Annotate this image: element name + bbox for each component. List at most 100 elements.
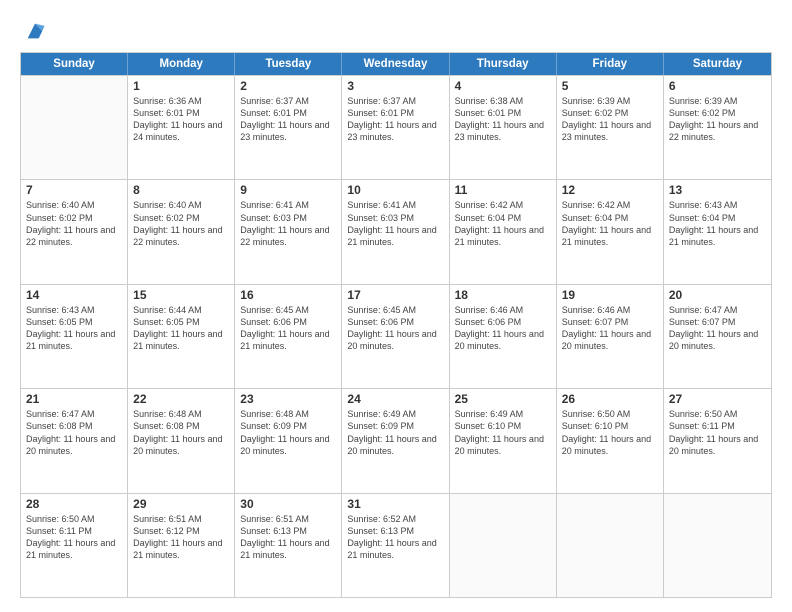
calendar-cell: 27 Sunrise: 6:50 AMSunset: 6:11 PMDayligh… [664, 389, 771, 492]
calendar-body: 1 Sunrise: 6:36 AMSunset: 6:01 PMDaylight… [21, 75, 771, 597]
calendar-row: 1 Sunrise: 6:36 AMSunset: 6:01 PMDaylight… [21, 75, 771, 179]
day-number: 17 [347, 288, 443, 302]
calendar-cell: 3 Sunrise: 6:37 AMSunset: 6:01 PMDaylight… [342, 76, 449, 179]
day-number: 27 [669, 392, 766, 406]
cell-info: Sunrise: 6:38 AMSunset: 6:01 PMDaylight:… [455, 95, 551, 144]
calendar-row: 21 Sunrise: 6:47 AMSunset: 6:08 PMDayligh… [21, 388, 771, 492]
cell-info: Sunrise: 6:45 AMSunset: 6:06 PMDaylight:… [240, 304, 336, 353]
day-number: 13 [669, 183, 766, 197]
calendar-cell: 15 Sunrise: 6:44 AMSunset: 6:05 PMDayligh… [128, 285, 235, 388]
calendar-cell: 19 Sunrise: 6:46 AMSunset: 6:07 PMDayligh… [557, 285, 664, 388]
cell-info: Sunrise: 6:36 AMSunset: 6:01 PMDaylight:… [133, 95, 229, 144]
day-number: 11 [455, 183, 551, 197]
cell-info: Sunrise: 6:44 AMSunset: 6:05 PMDaylight:… [133, 304, 229, 353]
calendar-cell: 12 Sunrise: 6:42 AMSunset: 6:04 PMDayligh… [557, 180, 664, 283]
cell-info: Sunrise: 6:48 AMSunset: 6:08 PMDaylight:… [133, 408, 229, 457]
calendar-cell: 25 Sunrise: 6:49 AMSunset: 6:10 PMDayligh… [450, 389, 557, 492]
day-number: 29 [133, 497, 229, 511]
calendar-cell: 26 Sunrise: 6:50 AMSunset: 6:10 PMDayligh… [557, 389, 664, 492]
header-day-monday: Monday [128, 53, 235, 75]
cell-info: Sunrise: 6:50 AMSunset: 6:10 PMDaylight:… [562, 408, 658, 457]
calendar-cell: 4 Sunrise: 6:38 AMSunset: 6:01 PMDaylight… [450, 76, 557, 179]
day-number: 15 [133, 288, 229, 302]
page: SundayMondayTuesdayWednesdayThursdayFrid… [0, 0, 792, 612]
cell-info: Sunrise: 6:51 AMSunset: 6:12 PMDaylight:… [133, 513, 229, 562]
cell-info: Sunrise: 6:37 AMSunset: 6:01 PMDaylight:… [347, 95, 443, 144]
calendar-header: SundayMondayTuesdayWednesdayThursdayFrid… [21, 53, 771, 75]
cell-info: Sunrise: 6:39 AMSunset: 6:02 PMDaylight:… [562, 95, 658, 144]
cell-info: Sunrise: 6:47 AMSunset: 6:07 PMDaylight:… [669, 304, 766, 353]
cell-info: Sunrise: 6:46 AMSunset: 6:06 PMDaylight:… [455, 304, 551, 353]
cell-info: Sunrise: 6:41 AMSunset: 6:03 PMDaylight:… [347, 199, 443, 248]
logo [20, 18, 46, 42]
cell-info: Sunrise: 6:40 AMSunset: 6:02 PMDaylight:… [133, 199, 229, 248]
day-number: 4 [455, 79, 551, 93]
day-number: 9 [240, 183, 336, 197]
cell-info: Sunrise: 6:41 AMSunset: 6:03 PMDaylight:… [240, 199, 336, 248]
day-number: 21 [26, 392, 122, 406]
calendar-row: 28 Sunrise: 6:50 AMSunset: 6:11 PMDayligh… [21, 493, 771, 597]
cell-info: Sunrise: 6:49 AMSunset: 6:09 PMDaylight:… [347, 408, 443, 457]
day-number: 12 [562, 183, 658, 197]
calendar-cell: 20 Sunrise: 6:47 AMSunset: 6:07 PMDayligh… [664, 285, 771, 388]
header-day-thursday: Thursday [450, 53, 557, 75]
calendar-row: 7 Sunrise: 6:40 AMSunset: 6:02 PMDaylight… [21, 179, 771, 283]
day-number: 6 [669, 79, 766, 93]
calendar-cell: 18 Sunrise: 6:46 AMSunset: 6:06 PMDayligh… [450, 285, 557, 388]
cell-info: Sunrise: 6:40 AMSunset: 6:02 PMDaylight:… [26, 199, 122, 248]
cell-info: Sunrise: 6:48 AMSunset: 6:09 PMDaylight:… [240, 408, 336, 457]
calendar-cell [664, 494, 771, 597]
header-day-sunday: Sunday [21, 53, 128, 75]
calendar-cell [450, 494, 557, 597]
logo-icon [24, 20, 46, 42]
day-number: 8 [133, 183, 229, 197]
day-number: 14 [26, 288, 122, 302]
calendar-cell: 21 Sunrise: 6:47 AMSunset: 6:08 PMDayligh… [21, 389, 128, 492]
calendar-cell: 6Sunrise: 6:39 AMSunset: 6:02 PMDaylight… [664, 76, 771, 179]
day-number: 20 [669, 288, 766, 302]
day-number: 3 [347, 79, 443, 93]
cell-info: Sunrise: 6:49 AMSunset: 6:10 PMDaylight:… [455, 408, 551, 457]
day-number: 25 [455, 392, 551, 406]
cell-info: Sunrise: 6:50 AMSunset: 6:11 PMDaylight:… [669, 408, 766, 457]
calendar-cell: 30Sunrise: 6:51 AMSunset: 6:13 PMDayligh… [235, 494, 342, 597]
day-number: 5 [562, 79, 658, 93]
cell-info: Sunrise: 6:46 AMSunset: 6:07 PMDaylight:… [562, 304, 658, 353]
day-number: 7 [26, 183, 122, 197]
calendar-cell: 10 Sunrise: 6:41 AMSunset: 6:03 PMDayligh… [342, 180, 449, 283]
day-number: 28 [26, 497, 122, 511]
calendar-cell: 5 Sunrise: 6:39 AMSunset: 6:02 PMDaylight… [557, 76, 664, 179]
cell-info: Sunrise: 6:37 AMSunset: 6:01 PMDaylight:… [240, 95, 336, 144]
day-number: 19 [562, 288, 658, 302]
calendar-row: 14Sunrise: 6:43 AMSunset: 6:05 PMDayligh… [21, 284, 771, 388]
calendar-cell: 2Sunrise: 6:37 AMSunset: 6:01 PMDaylight… [235, 76, 342, 179]
cell-info: Sunrise: 6:47 AMSunset: 6:08 PMDaylight:… [26, 408, 122, 457]
day-number: 18 [455, 288, 551, 302]
calendar-cell: 14Sunrise: 6:43 AMSunset: 6:05 PMDayligh… [21, 285, 128, 388]
day-number: 26 [562, 392, 658, 406]
calendar: SundayMondayTuesdayWednesdayThursdayFrid… [20, 52, 772, 598]
day-number: 24 [347, 392, 443, 406]
calendar-cell: 8 Sunrise: 6:40 AMSunset: 6:02 PMDaylight… [128, 180, 235, 283]
day-number: 31 [347, 497, 443, 511]
calendar-cell: 13 Sunrise: 6:43 AMSunset: 6:04 PMDayligh… [664, 180, 771, 283]
calendar-cell: 28 Sunrise: 6:50 AMSunset: 6:11 PMDayligh… [21, 494, 128, 597]
header-day-friday: Friday [557, 53, 664, 75]
calendar-cell: 7 Sunrise: 6:40 AMSunset: 6:02 PMDaylight… [21, 180, 128, 283]
cell-info: Sunrise: 6:43 AMSunset: 6:04 PMDaylight:… [669, 199, 766, 248]
calendar-cell: 22 Sunrise: 6:48 AMSunset: 6:08 PMDayligh… [128, 389, 235, 492]
day-number: 22 [133, 392, 229, 406]
day-number: 23 [240, 392, 336, 406]
cell-info: Sunrise: 6:50 AMSunset: 6:11 PMDaylight:… [26, 513, 122, 562]
cell-info: Sunrise: 6:42 AMSunset: 6:04 PMDaylight:… [562, 199, 658, 248]
cell-info: Sunrise: 6:52 AMSunset: 6:13 PMDaylight:… [347, 513, 443, 562]
day-number: 10 [347, 183, 443, 197]
day-number: 1 [133, 79, 229, 93]
calendar-cell: 23 Sunrise: 6:48 AMSunset: 6:09 PMDayligh… [235, 389, 342, 492]
cell-info: Sunrise: 6:51 AMSunset: 6:13 PMDaylight:… [240, 513, 336, 562]
cell-info: Sunrise: 6:45 AMSunset: 6:06 PMDaylight:… [347, 304, 443, 353]
header-day-tuesday: Tuesday [235, 53, 342, 75]
calendar-cell: 1 Sunrise: 6:36 AMSunset: 6:01 PMDaylight… [128, 76, 235, 179]
calendar-cell: 24 Sunrise: 6:49 AMSunset: 6:09 PMDayligh… [342, 389, 449, 492]
calendar-cell: 17 Sunrise: 6:45 AMSunset: 6:06 PMDayligh… [342, 285, 449, 388]
